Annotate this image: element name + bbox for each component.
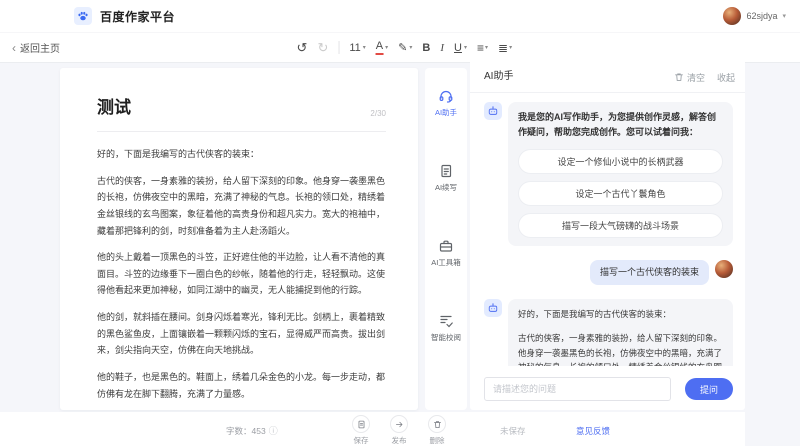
sidebar-item-label: AI助手	[425, 107, 467, 118]
publish-button[interactable]: 发布	[381, 415, 417, 446]
robot-avatar-icon	[484, 102, 502, 120]
toolbox-icon	[438, 238, 454, 254]
ai-intro-text: 我是您的AI写作助手，为您提供创作灵感，解答创作疑问，帮助您完成创作。您可以试着…	[518, 110, 723, 140]
highlight-color-button[interactable]: ✎▾	[398, 41, 412, 54]
suggestion-chip[interactable]: 设定一个古代丫鬟角色	[518, 181, 723, 206]
chevron-down-icon: ▾	[464, 44, 467, 51]
font-size-select[interactable]: 11▾	[349, 42, 365, 54]
feedback-link[interactable]: 意见反馈	[576, 425, 610, 437]
document-icon	[438, 163, 454, 179]
info-icon: ⓘ	[269, 424, 278, 437]
save-button[interactable]: 保存	[343, 415, 379, 446]
word-count: 字数：453 ⓘ	[226, 424, 278, 437]
ai-message: 我是您的AI写作助手，为您提供创作灵感，解答创作疑问，帮助您完成创作。您可以试着…	[484, 102, 733, 246]
toolbar-divider	[338, 41, 339, 54]
delete-button[interactable]: 删除	[419, 415, 455, 446]
username: 62sjdya	[746, 11, 777, 21]
baidu-paw-logo-icon	[74, 7, 92, 25]
robot-avatar-icon	[484, 299, 502, 317]
ai-message: 好的，下面是我编写的古代侠客的装束： 古代的侠客，一身素雅的装扮，给人留下深刻的…	[484, 299, 733, 366]
user-avatar	[715, 260, 733, 278]
sidebar-item-ai-toolbox[interactable]: AI工具箱	[425, 238, 467, 268]
document-editor[interactable]: 好的，下面是我编写的古代侠客的装束： 古代的侠客，一身素雅的装扮，给人留下深刻的…	[97, 132, 386, 410]
format-group: ↺ ↻ 11▾ A▾ ✎▾ B I U▾ ≡▾ ≣▾	[297, 33, 513, 62]
italic-button[interactable]: I	[440, 42, 444, 54]
chevron-left-icon: ‹	[12, 43, 16, 53]
chevron-down-icon: ▾	[782, 12, 786, 20]
trash-icon	[433, 420, 442, 429]
align-button[interactable]: ≡▾	[477, 41, 488, 55]
chevron-down-icon: ▾	[363, 44, 366, 51]
ai-panel-header: AI助手 清空 收起	[470, 62, 745, 93]
back-home-link[interactable]: ‹ 返回主页	[12, 33, 60, 62]
suggestion-chip[interactable]: 设定一个修仙小说中的长柄武器	[518, 149, 723, 174]
paragraph: 他的鞋子，也是黑色的。鞋面上，绣着几朵金色的小龙。每一步走动，都仿佛有龙在脚下翻…	[97, 369, 386, 402]
chevron-down-icon: ▾	[385, 44, 388, 51]
title-char-counter: 2/30	[370, 109, 386, 118]
underline-button[interactable]: U▾	[454, 42, 467, 54]
app-title: 百度作家平台	[100, 8, 175, 25]
chevron-down-icon: ▾	[409, 44, 412, 51]
editor-toolbar: ‹ 返回主页 ↺ ↻ 11▾ A▾ ✎▾ B I U▾ ≡▾	[0, 32, 800, 63]
sidebar-item-label: AI续写	[425, 182, 467, 193]
bold-button[interactable]: B	[422, 42, 430, 54]
app-header: 百度作家平台 62sjdya ▾	[0, 0, 800, 32]
document-card: 测试 2/30 好的，下面是我编写的古代侠客的装束： 古代的侠客，一身素雅的装扮…	[60, 68, 418, 410]
chevron-down-icon: ▾	[485, 44, 488, 51]
font-color-button[interactable]: A▾	[376, 41, 388, 55]
sidebar-item-label: AI工具箱	[425, 257, 467, 268]
suggestion-chip[interactable]: 描写一段大气磅礴的战斗场景	[518, 213, 723, 238]
document-title[interactable]: 测试	[97, 93, 131, 118]
list-button[interactable]: ≣▾	[498, 41, 512, 55]
ai-panel-title: AI助手	[484, 62, 513, 92]
headset-icon	[438, 88, 454, 104]
app-root: 百度作家平台 62sjdya ▾ ‹ 返回主页 ↺ ↻ 11▾ A▾ ✎▾	[0, 0, 800, 446]
document-title-row: 测试 2/30	[97, 93, 386, 132]
ai-assistant-panel: AI助手 清空 收起	[470, 62, 745, 410]
paragraph: 他的头上戴着一顶黑色的斗笠，正好遮住他的半边脸，让人看不清他的真面目。斗笠的边缘…	[97, 249, 386, 299]
chat-input-row: 提问	[484, 377, 733, 401]
undo-button[interactable]: ↺	[297, 41, 308, 54]
clear-chat-button[interactable]: 清空	[674, 71, 705, 84]
redo-button[interactable]: ↻	[317, 41, 328, 54]
trash-icon	[674, 72, 684, 82]
ask-button[interactable]: 提问	[685, 378, 733, 400]
user-message-bubble: 描写一个古代侠客的装束	[590, 260, 709, 286]
question-input[interactable]	[484, 377, 671, 401]
ai-reply-paragraph: 古代的侠客，一身素雅的装扮，给人留下深刻的印象。他身穿一袭墨黑色的长袍，仿佛夜空…	[518, 331, 723, 366]
proofread-check-icon	[438, 313, 454, 329]
user-avatar[interactable]	[723, 7, 741, 25]
status-bar: 字数：453 ⓘ 保存 发布	[0, 412, 745, 446]
ai-reply-paragraph: 好的，下面是我编写的古代侠客的装束：	[518, 307, 723, 321]
sidebar-item-label: 智能校阅	[425, 332, 467, 343]
user-menu[interactable]: 62sjdya ▾	[723, 0, 786, 32]
save-doc-icon	[357, 420, 366, 429]
brand[interactable]: 百度作家平台	[74, 0, 175, 32]
paragraph: 他的剑，就斜插在腰间。剑身闪烁着寒光，锋利无比。剑柄上，裹着精致的黑色鲨鱼皮，上…	[97, 309, 386, 359]
paragraph: 好的，下面是我编写的古代侠客的装束：	[97, 146, 386, 163]
user-message: 描写一个古代侠客的装束	[484, 260, 733, 286]
chat-history: 我是您的AI写作助手，为您提供创作灵感，解答创作疑问，帮助您完成创作。您可以试着…	[470, 92, 745, 366]
ai-tools-sidebar: AI助手 AI续写 AI工具箱 智能校阅	[425, 68, 467, 410]
chevron-down-icon: ▾	[509, 44, 512, 51]
sidebar-item-ai-assistant[interactable]: AI助手	[425, 88, 467, 118]
paragraph: 古代的侠客，一身素雅的装扮，给人留下深刻的印象。他身穿一袭墨黑色的长袍，仿佛夜空…	[97, 173, 386, 240]
unsaved-status: 未保存	[500, 425, 526, 437]
publish-arrow-icon	[395, 420, 404, 429]
back-home-label: 返回主页	[20, 40, 60, 55]
sidebar-item-proofread[interactable]: 智能校阅	[425, 313, 467, 343]
collapse-panel-button[interactable]: 收起	[717, 71, 735, 84]
sidebar-item-ai-continue[interactable]: AI续写	[425, 163, 467, 193]
